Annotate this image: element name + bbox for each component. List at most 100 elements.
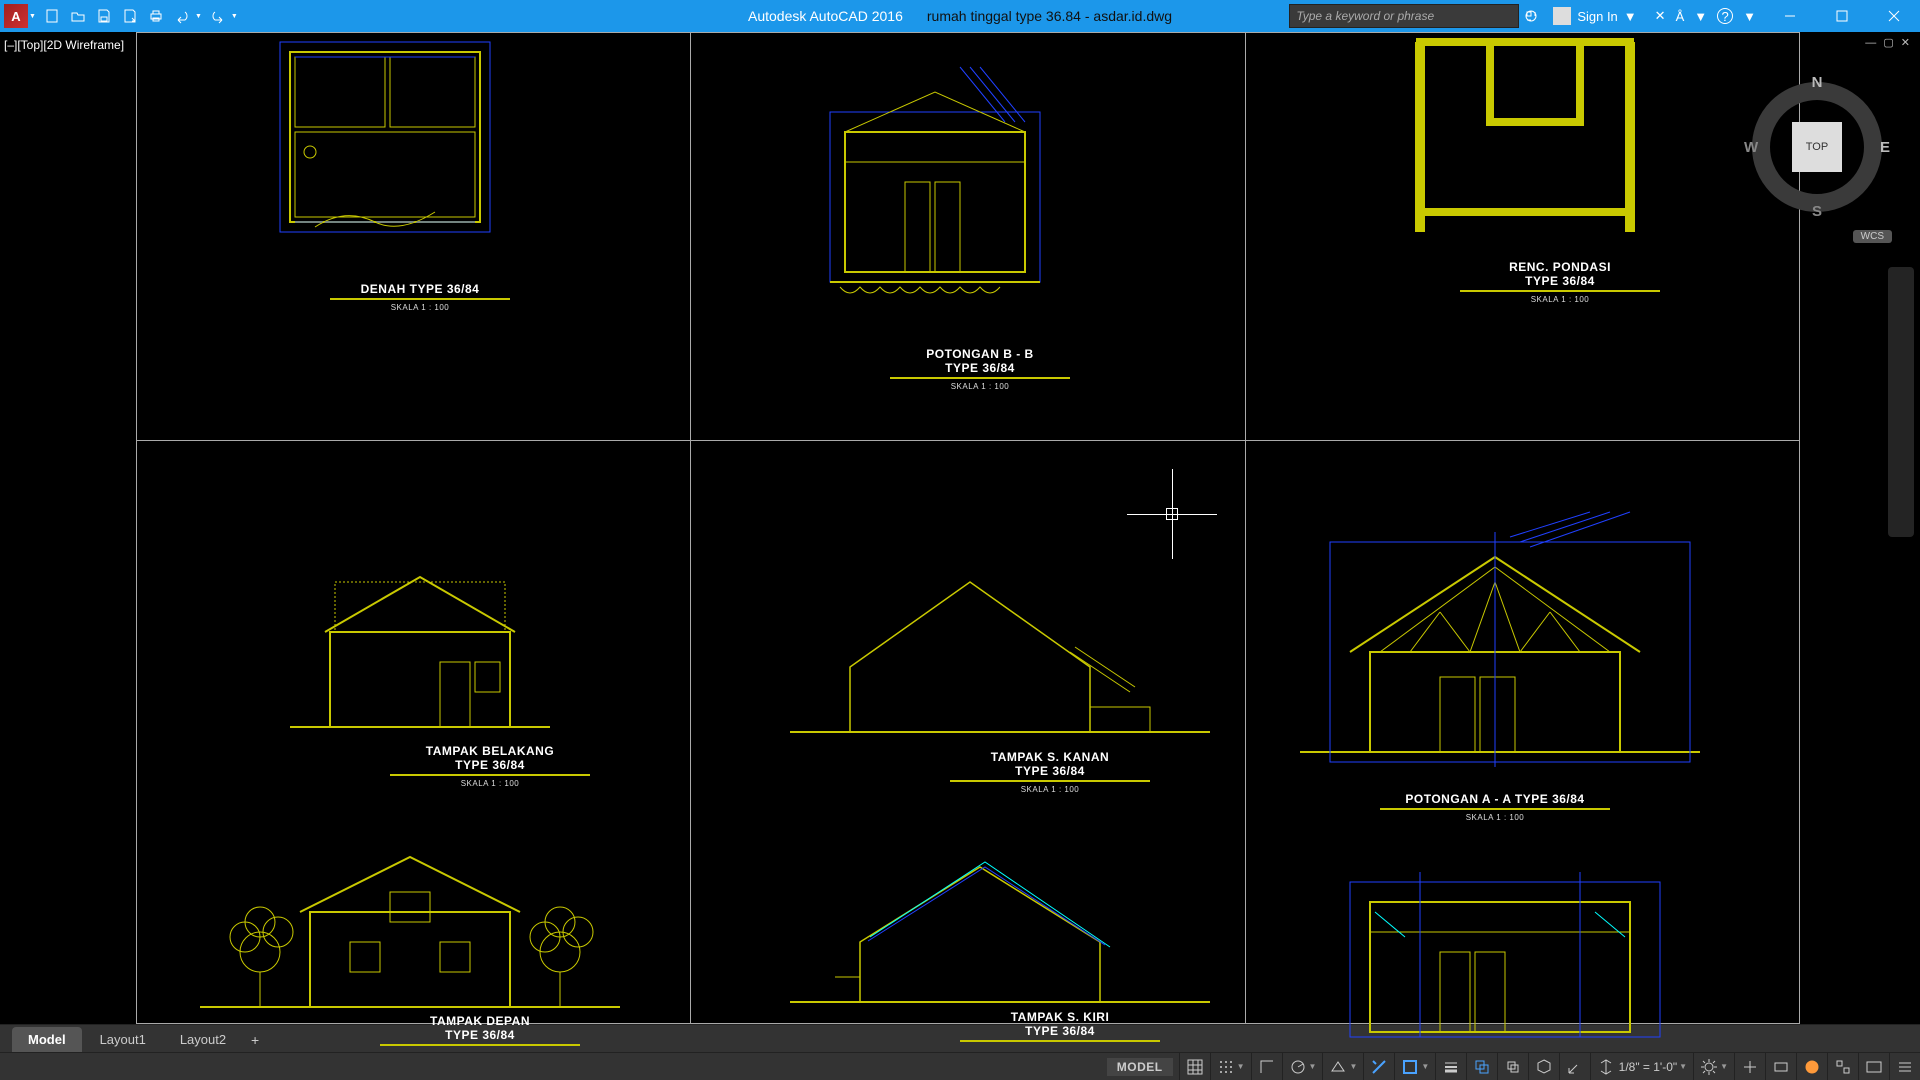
titlebar: ▼ ▼ ▼ Autodesk AutoCAD 2016 rumah tingga… xyxy=(0,0,1920,32)
maximize-button[interactable] xyxy=(1816,0,1868,32)
caption-skanan: TAMPAK S. KANAN TYPE 36/84 SKALA 1 : 100 xyxy=(950,750,1150,794)
user-icon xyxy=(1553,7,1571,25)
window-controls xyxy=(1764,0,1920,32)
view-cube[interactable]: TOP N S E W xyxy=(1742,72,1892,222)
sheet-divider-h xyxy=(136,440,1800,441)
drawing-skiri xyxy=(790,842,1210,1027)
wcs-badge[interactable]: WCS xyxy=(1853,230,1892,243)
view-cube-top-face[interactable]: TOP xyxy=(1792,122,1842,172)
status-otrack-icon[interactable]: ▼ xyxy=(1394,1053,1435,1080)
tab-layout1[interactable]: Layout1 xyxy=(84,1027,162,1052)
drawing-potongan-b xyxy=(810,62,1070,327)
infocenter-utils: ✕ Å▼ ?▼ xyxy=(1647,8,1764,24)
caption-denah-title: DENAH TYPE 36/84 xyxy=(330,282,510,296)
titlebar-right: Type a keyword or phrase Sign In ▼ ✕ Å▼ … xyxy=(1289,0,1920,32)
status-annoscale[interactable]: 1/8" = 1'-0"▼ xyxy=(1590,1053,1693,1080)
search-submit-icon[interactable] xyxy=(1519,5,1543,27)
signin-button[interactable]: Sign In ▼ xyxy=(1543,7,1646,25)
caption-potb-t1: POTONGAN B - B xyxy=(890,347,1070,361)
close-button[interactable] xyxy=(1868,0,1920,32)
viewport-label[interactable]: [–][Top][2D Wireframe] xyxy=(4,38,124,52)
undo-caret-icon[interactable]: ▼ xyxy=(195,13,202,20)
status-annomonitor-icon[interactable] xyxy=(1765,1053,1796,1080)
status-polar-icon[interactable]: ▼ xyxy=(1282,1053,1323,1080)
status-workspace-icon[interactable] xyxy=(1734,1053,1765,1080)
caption-skanan-t1: TAMPAK S. KANAN xyxy=(950,750,1150,764)
caption-pota-scale: SKALA 1 : 100 xyxy=(1380,813,1610,822)
caption-potb-scale: SKALA 1 : 100 xyxy=(890,382,1070,391)
drawing-partial xyxy=(1320,842,1700,1047)
caption-depan-t1: TAMPAK DEPAN xyxy=(380,1014,580,1028)
drawing-belakang xyxy=(290,552,550,747)
view-cube-west[interactable]: W xyxy=(1744,139,1758,156)
help-icon[interactable]: ? xyxy=(1717,8,1733,24)
doc-name: rumah tinggal type 36.84 - asdar.id.dwg xyxy=(927,8,1172,24)
app-logo-icon[interactable] xyxy=(4,4,28,28)
quick-access-toolbar: ▼ ▼ ▼ xyxy=(0,4,240,28)
caption-skiri-t1: TAMPAK S. KIRI xyxy=(960,1010,1160,1024)
view-cube-south[interactable]: S xyxy=(1812,203,1822,220)
status-gear-icon[interactable]: ▼ xyxy=(1693,1053,1734,1080)
drawing-denah xyxy=(260,32,520,257)
status-scale-text: 1/8" = 1'-0" xyxy=(1619,1060,1678,1074)
status-grid-icon[interactable] xyxy=(1179,1053,1210,1080)
status-model-space[interactable]: MODEL xyxy=(1101,1053,1179,1080)
status-ortho-icon[interactable] xyxy=(1251,1053,1282,1080)
drawing-depan xyxy=(200,832,620,1037)
caption-skiri: TAMPAK S. KIRI TYPE 36/84 xyxy=(960,1010,1160,1045)
status-isodraft-icon[interactable]: ▼ xyxy=(1322,1053,1363,1080)
status-isolate-icon[interactable] xyxy=(1827,1053,1858,1080)
caption-pota-t1: POTONGAN A - A TYPE 36/84 xyxy=(1380,792,1610,806)
infocenter-search-input[interactable]: Type a keyword or phrase xyxy=(1289,4,1519,28)
app-name: Autodesk AutoCAD 2016 xyxy=(748,8,903,24)
print-icon[interactable] xyxy=(144,5,168,27)
saveas-icon[interactable] xyxy=(118,5,142,27)
caption-pondasi: RENC. PONDASI TYPE 36/84 SKALA 1 : 100 xyxy=(1460,260,1660,304)
status-customize-icon[interactable] xyxy=(1889,1053,1920,1080)
caption-potb-t2: TYPE 36/84 xyxy=(890,361,1070,375)
caption-belakang-t2: TYPE 36/84 xyxy=(390,758,590,772)
caption-denah-scale: SKALA 1 : 100 xyxy=(330,303,510,312)
status-transparency-icon[interactable] xyxy=(1466,1053,1497,1080)
caption-pondasi-scale: SKALA 1 : 100 xyxy=(1460,295,1660,304)
viewport-controls[interactable]: — ▢ ✕ xyxy=(1865,36,1912,49)
view-cube-north[interactable]: N xyxy=(1812,74,1823,91)
new-icon[interactable] xyxy=(40,5,64,27)
drawing-pondasi xyxy=(1400,32,1660,247)
view-cube-east[interactable]: E xyxy=(1880,139,1890,156)
caption-pota: POTONGAN A - A TYPE 36/84 SKALA 1 : 100 xyxy=(1380,792,1610,822)
status-lineweight-icon[interactable] xyxy=(1435,1053,1466,1080)
drawing-pota xyxy=(1290,502,1720,797)
redo-caret-icon[interactable]: ▼ xyxy=(231,13,238,20)
caption-pondasi-t2: TYPE 36/84 xyxy=(1460,274,1660,288)
caption-skanan-t2: TYPE 36/84 xyxy=(950,764,1150,778)
status-cycling-icon[interactable] xyxy=(1497,1053,1528,1080)
caption-belakang: TAMPAK BELAKANG TYPE 36/84 SKALA 1 : 100 xyxy=(390,744,590,788)
minimize-button[interactable] xyxy=(1764,0,1816,32)
exchange-icon[interactable]: ✕ xyxy=(1655,8,1666,24)
open-icon[interactable] xyxy=(66,5,90,27)
search-placeholder: Type a keyword or phrase xyxy=(1296,9,1434,23)
save-icon[interactable] xyxy=(92,5,116,27)
tab-model[interactable]: Model xyxy=(12,1027,82,1052)
caption-pondasi-t1: RENC. PONDASI xyxy=(1460,260,1660,274)
navigation-bar[interactable] xyxy=(1888,267,1914,537)
status-cleanscreen-icon[interactable] xyxy=(1858,1053,1889,1080)
undo-icon[interactable] xyxy=(170,5,194,27)
model-space[interactable]: [–][Top][2D Wireframe] — ▢ ✕ TOP N S E W… xyxy=(0,32,1920,1024)
redo-icon[interactable] xyxy=(206,5,230,27)
sheet-divider-v1 xyxy=(690,32,691,1024)
app-menu-caret-icon[interactable]: ▼ xyxy=(29,13,36,20)
caption-skiri-t2: TYPE 36/84 xyxy=(960,1024,1160,1038)
signin-caret-icon[interactable]: ▼ xyxy=(1624,9,1637,24)
status-snap-icon[interactable]: ▼ xyxy=(1210,1053,1251,1080)
caption-denah: DENAH TYPE 36/84 SKALA 1 : 100 xyxy=(330,282,510,312)
status-osnap-icon[interactable] xyxy=(1363,1053,1394,1080)
status-dynucs-icon[interactable] xyxy=(1559,1053,1590,1080)
status-bar: MODEL ▼ ▼ ▼ ▼ 1/8" = 1'-0"▼ ▼ xyxy=(0,1052,1920,1080)
status-hardwareaccel-icon[interactable] xyxy=(1796,1053,1827,1080)
caption-potb: POTONGAN B - B TYPE 36/84 SKALA 1 : 100 xyxy=(890,347,1070,391)
caption-belakang-t1: TAMPAK BELAKANG xyxy=(390,744,590,758)
status-3dosnap-icon[interactable] xyxy=(1528,1053,1559,1080)
a360-icon[interactable]: Å xyxy=(1676,9,1685,24)
